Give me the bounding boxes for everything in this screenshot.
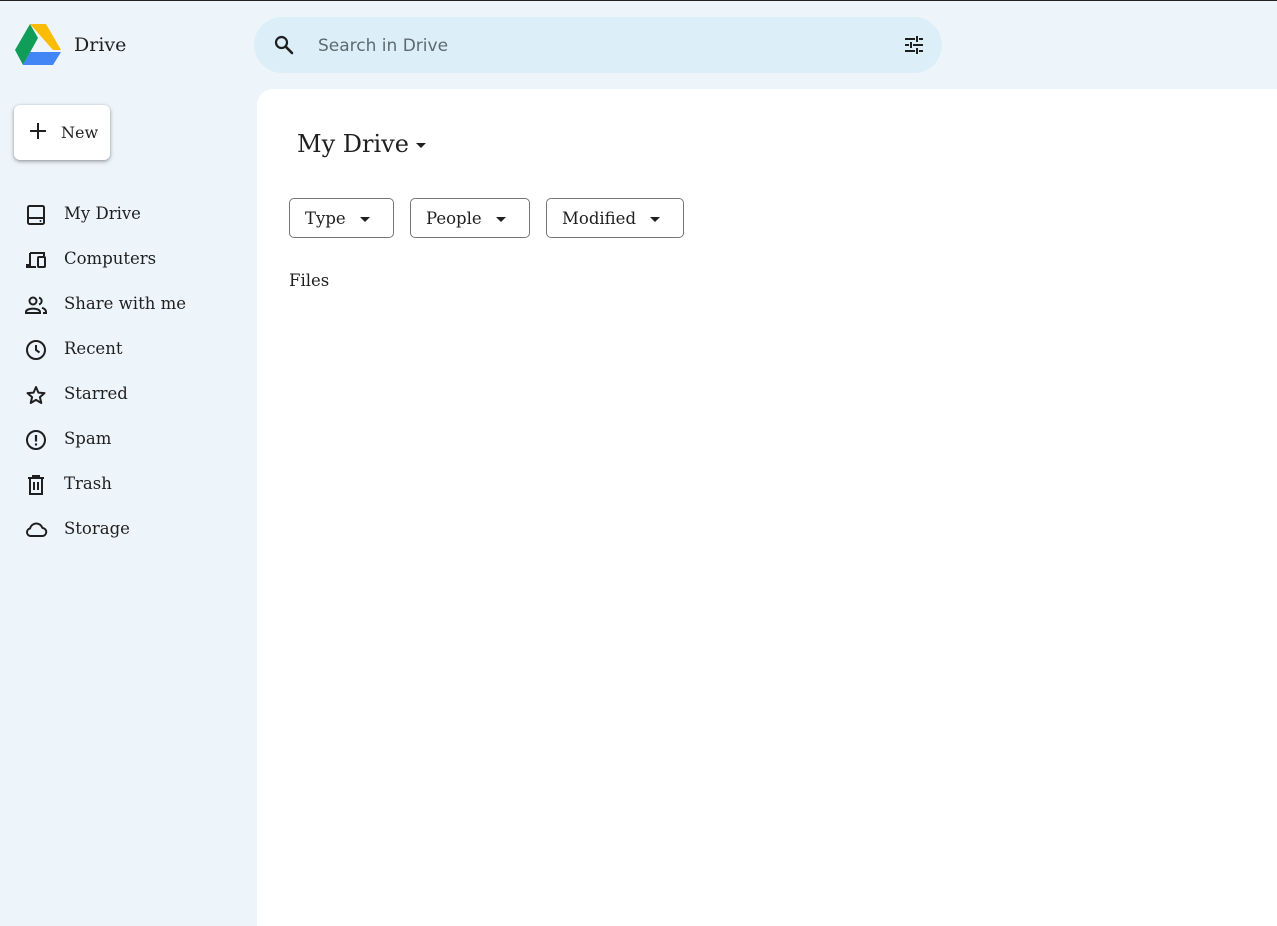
- sidebar-item-recent[interactable]: Recent: [0, 327, 257, 372]
- sidebar-item-label: Recent: [64, 339, 123, 358]
- caret-down-icon: [360, 217, 370, 222]
- main-content: My Drive Type People Modified Files: [257, 89, 1277, 926]
- sidebar-item-label: Share with me: [64, 294, 186, 313]
- sidebar-item-spam[interactable]: Spam: [0, 417, 257, 462]
- clock-icon: [26, 340, 46, 360]
- drive-logo-icon[interactable]: [15, 24, 61, 65]
- page-title: My Drive: [297, 130, 409, 158]
- sidebar-item-label: My Drive: [64, 204, 141, 223]
- files-heading: Files: [289, 271, 330, 290]
- filter-type-chip[interactable]: Type: [289, 198, 394, 238]
- app-title: Drive: [74, 34, 127, 56]
- computers-icon: [26, 252, 46, 268]
- plus-icon: [30, 123, 46, 139]
- trash-icon: [28, 475, 44, 495]
- filter-modified-chip[interactable]: Modified: [546, 198, 684, 238]
- sidebar-item-label: Spam: [64, 429, 112, 448]
- caret-down-icon: [650, 217, 660, 222]
- filter-type-label: Type: [305, 209, 346, 228]
- sidebar-item-label: Trash: [64, 474, 112, 493]
- caret-down-icon: [496, 217, 506, 222]
- new-button[interactable]: New: [14, 105, 110, 160]
- window-top-border: [0, 0, 1277, 1]
- sidebar-item-trash[interactable]: Trash: [0, 462, 257, 507]
- filter-modified-label: Modified: [562, 209, 637, 228]
- sidebar-item-computers[interactable]: Computers: [0, 237, 257, 282]
- sidebar-item-label: Starred: [64, 384, 128, 403]
- search-icon[interactable]: [272, 33, 296, 57]
- tune-icon[interactable]: [902, 33, 926, 57]
- sidebar-item-starred[interactable]: Starred: [0, 372, 257, 417]
- sidebar-item-my-drive[interactable]: My Drive: [0, 192, 257, 237]
- cloud-icon: [26, 522, 48, 537]
- star-icon: [26, 386, 46, 404]
- caret-down-icon: [415, 143, 426, 148]
- sidebar-item-shared-with-me[interactable]: Share with me: [0, 282, 257, 327]
- search-bar: [254, 17, 942, 73]
- sidebar-item-storage[interactable]: Storage: [0, 507, 257, 552]
- new-button-label: New: [61, 123, 99, 142]
- people-icon: [25, 296, 47, 314]
- sidebar-nav: My Drive Computers Share with me Recent …: [0, 192, 257, 552]
- my-drive-dropdown[interactable]: My Drive: [297, 129, 426, 159]
- filter-people-label: People: [426, 209, 482, 228]
- sidebar-item-label: Storage: [64, 519, 130, 538]
- search-input[interactable]: [316, 29, 880, 63]
- my-drive-icon: [27, 205, 45, 225]
- sidebar-item-label: Computers: [64, 249, 157, 268]
- spam-icon: [26, 430, 46, 450]
- filter-people-chip[interactable]: People: [410, 198, 530, 238]
